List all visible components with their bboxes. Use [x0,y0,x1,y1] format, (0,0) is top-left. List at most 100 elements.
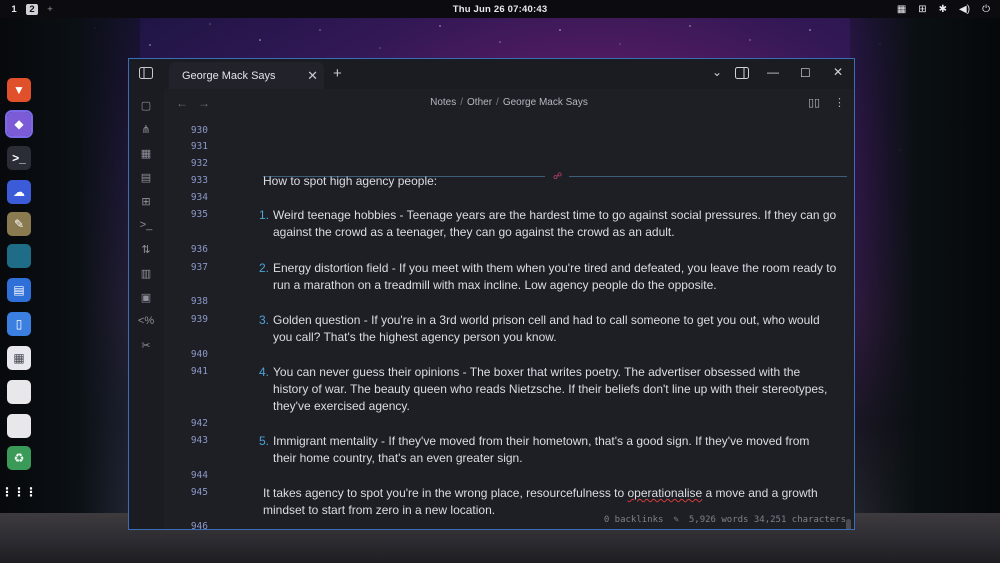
breadcrumb: Notes / Other / George Mack Says [430,97,588,108]
list-line: Energy distortion field - If you meet wi… [273,261,837,275]
weather-app-icon[interactable]: ☁ [7,180,31,204]
more-options-icon[interactable]: ⋮ [834,96,845,109]
right-sidebar-toggle-icon[interactable] [735,67,749,82]
layout-icon[interactable]: ▦ [897,4,906,15]
link-icon: ☍ [553,171,563,181]
list-line: You can never guess their opinions - The… [273,365,801,379]
graph-view-icon[interactable]: ⋔ [138,121,154,137]
list-line: you call? That's the highest agency pers… [273,330,557,344]
line-number: 944 [190,470,208,481]
forest-right [850,0,1000,563]
maximize-button[interactable]: ☐ [800,66,811,80]
line-number: 943 [190,435,208,446]
code-icon[interactable]: <% [138,313,154,329]
tab-list-chevron-icon[interactable]: ⌄ [712,65,722,79]
word-character-count[interactable]: 5,926 words 34,251 characters [689,515,846,525]
list-line: Golden question - If you're in a 3rd wor… [273,313,820,327]
line-number: 936 [190,244,208,255]
line-number: 945 [190,487,208,498]
blank-app-icon-1[interactable] [7,380,31,404]
volume-icon[interactable]: ◀) [959,4,970,15]
list-number: 5. [259,434,270,448]
panel-app-icon[interactable] [7,244,31,268]
list-item: 2. Energy distortion field - If you meet… [259,260,853,294]
title-bar: George Mack Says ✕ + ⌄ — ☐ ✕ [129,59,854,89]
text-editor-icon[interactable]: ▯ [7,312,31,336]
templates-icon[interactable]: ⇅ [138,241,154,257]
power-icon[interactable]: ⏻ [982,4,990,15]
terminal-icon[interactable]: >_ [7,146,31,170]
line-number: 935 [190,209,208,220]
calendar-icon[interactable]: ▦ [138,145,154,161]
line-number: 931 [190,141,208,152]
close-window-button[interactable]: ✕ [833,65,843,79]
obsidian-window: George Mack Says ✕ + ⌄ — ☐ ✕ ▢ ⋔ ▦ ▤ ⊞ >… [128,58,855,530]
software-store-icon[interactable]: ▦ [7,346,31,370]
line-number: 930 [190,125,208,136]
tab-george-mack-says[interactable]: George Mack Says ✕ [169,62,324,89]
tab-title: George Mack Says [182,69,276,82]
list-item: 1. Weird teenage hobbies - Teenage years… [259,207,853,241]
line-number: 940 [190,349,208,360]
blank-app-icon-2[interactable] [7,414,31,438]
list-line: against the crowd as a teenager, they ca… [273,225,675,239]
closing-text-b: a move and a growth [702,486,818,500]
new-tab-button[interactable]: + [333,65,342,82]
closing-paragraph-line-1: It takes agency to spot you're in the wr… [263,485,818,502]
line-number: 933 [190,175,208,186]
breadcrumb-notes[interactable]: Notes [430,97,456,108]
list-number: 3. [259,313,270,327]
network-icon[interactable]: ⊞ [918,4,926,15]
canvas-icon[interactable]: ▤ [138,169,154,185]
minimize-button[interactable]: — [767,65,779,79]
backlinks-count[interactable]: 0 backlinks [604,515,664,525]
sidebar-toggle-icon[interactable] [139,67,153,79]
document-editor-icon[interactable]: ▤ [7,278,31,302]
list-number: 4. [259,365,270,379]
closing-text-a: It takes agency to spot you're in the wr… [263,486,628,500]
list-line: history of war. The beauty queen who rea… [273,382,828,396]
obsidian-icon[interactable]: ◆ [5,110,33,138]
list-item: 4. You can never guess their opinions - … [259,364,853,415]
scrollbar-thumb[interactable] [846,519,851,529]
list-number: 1. [259,208,270,222]
misspelled-word[interactable]: operationalise [628,486,703,500]
line-number: 942 [190,418,208,429]
reading-view-icon[interactable]: ▯▯ [808,96,820,109]
closing-paragraph-line-2: mindset to start from zero in a new loca… [263,503,496,517]
list-line: they've exercised agency. [273,399,410,413]
trash-icon[interactable]: ♻ [7,446,31,470]
list-line: Weird teenage hobbies - Teenage years ar… [273,208,837,222]
command-palette-icon[interactable]: >_ [138,217,154,233]
line-number: 932 [190,158,208,169]
horizontal-rule-right [569,176,847,177]
left-ribbon: ▢ ⋔ ▦ ▤ ⊞ >_ ⇅ ▥ ▣ <% ✂ [129,89,164,529]
gimp-icon[interactable]: ✎ [7,212,31,236]
line-number: 939 [190,314,208,325]
line-number: 938 [190,296,208,307]
app-grid-icon[interactable]: ⋮⋮⋮ [1,480,37,504]
slides-icon[interactable]: ▣ [138,289,154,305]
brave-icon[interactable]: ▼ [7,78,31,102]
bluetooth-icon[interactable]: ✱ [939,4,947,15]
pencil-icon[interactable]: ✎ [673,515,678,525]
close-tab-icon[interactable]: ✕ [307,68,318,84]
system-tray: ▦ ⊞ ✱ ◀) ⏻ [897,0,990,18]
status-bar: 0 backlinks ✎ 5,926 words 34,251 charact… [604,515,846,525]
top-panel: 1 2 + Thu Jun 26 07:40:43 ▦ ⊞ ✱ ◀) ⏻ [0,0,1000,18]
files-icon[interactable]: ▢ [138,97,154,113]
editor-pane[interactable]: ← → Notes / Other / George Mack Says ▯▯ ⋮ 93… [164,89,854,529]
list-item: 5. Immigrant mentality - If they've move… [259,433,853,467]
layout-icon[interactable]: ▥ [138,265,154,281]
plugins-grid-icon[interactable]: ⊞ [138,193,154,209]
breadcrumb-current[interactable]: George Mack Says [503,97,588,108]
view-header: ← → Notes / Other / George Mack Says ▯▯ ⋮ [164,89,854,117]
line-number: 934 [190,192,208,203]
list-line: Immigrant mentality - If they've moved f… [273,434,810,448]
line-number: 937 [190,262,208,273]
clock[interactable]: Thu Jun 26 07:40:43 [0,4,1000,15]
list-number: 2. [259,261,270,275]
breadcrumb-other[interactable]: Other [467,97,492,108]
line-number: 941 [190,366,208,377]
tools-icon[interactable]: ✂ [138,337,154,353]
